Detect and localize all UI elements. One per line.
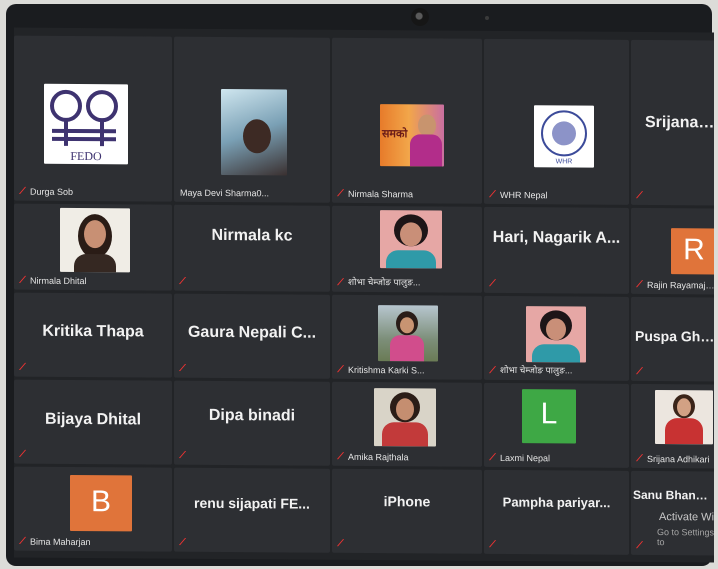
participant-tile-laxmi-nepal[interactable]: L Laxmi Nepal	[484, 382, 629, 468]
activate-windows-watermark: Activate Wi	[659, 511, 714, 524]
participant-video	[526, 306, 586, 363]
fedo-logo-text: FEDO	[70, 149, 102, 163]
participant-video	[380, 210, 442, 269]
participant-tile-nirmala-kc[interactable]: Nirmala kc	[174, 204, 330, 292]
muted-mic-icon	[18, 536, 27, 547]
muted-mic-icon	[488, 278, 497, 289]
avatar: R	[671, 228, 714, 275]
participant-video	[221, 89, 287, 176]
whr-logo: WHR	[534, 105, 594, 168]
participant-tile-nirmala-dhital[interactable]: Nirmala Dhital	[14, 203, 172, 291]
participant-tile-amika-rajthala[interactable]: Amika Rajthala	[332, 381, 482, 467]
camera-sensor	[485, 16, 489, 20]
participant-tile-renu-sijapati[interactable]: renu sijapati FE...	[174, 467, 330, 553]
muted-mic-icon	[178, 276, 187, 287]
participant-tile-gaura-nepali[interactable]: Gaura Nepali C...	[174, 293, 330, 379]
participant-name: Pampha pariyar...	[502, 494, 611, 511]
fedo-logo: FEDO	[44, 83, 128, 165]
avatar: B	[70, 474, 132, 532]
participant-video	[655, 390, 713, 445]
participant-tile-kritishma-karki[interactable]: Kritishma Karki S...	[332, 294, 482, 380]
participant-tile-nirmala-sharma[interactable]: समको Nirmala Sharma	[332, 37, 482, 204]
participant-tile-bima-maharjan[interactable]: B Bima Maharjan	[14, 466, 172, 552]
muted-mic-icon	[336, 277, 345, 288]
participant-tile-dipa-binadi[interactable]: Dipa binadi	[174, 380, 330, 466]
muted-mic-icon	[18, 449, 27, 460]
muted-mic-icon	[18, 275, 27, 286]
muted-mic-icon	[178, 363, 187, 374]
participant-tile-srijana-sa[interactable]: Srijana Sa	[631, 39, 714, 206]
muted-mic-icon	[178, 450, 187, 461]
webcam	[411, 8, 429, 26]
participant-tile-maya-devi-sharma[interactable]: Maya Devi Sharma0...	[174, 36, 330, 203]
participant-name: शोभा चेम्जोङ पालुङ...	[500, 364, 573, 376]
muted-mic-icon	[635, 279, 644, 290]
muted-mic-icon	[488, 365, 497, 376]
whr-logo-text: WHR	[556, 158, 573, 165]
muted-mic-icon	[18, 186, 27, 197]
participant-name: Amika Rajthala	[348, 451, 409, 463]
participant-name: Laxmi Nepal	[500, 452, 551, 464]
participant-name: Rajin Rayamajhi (...	[647, 279, 714, 291]
participant-tile-kritika-thapa[interactable]: Kritika Thapa	[14, 292, 172, 378]
muted-mic-icon	[635, 540, 644, 551]
participant-video	[374, 388, 436, 447]
participant-name: Bijaya Dhital	[44, 411, 142, 429]
participant-name: Nirmala Sharma	[348, 188, 414, 200]
participant-name: Kritika Thapa	[42, 322, 144, 341]
participant-tile-shobha-chemjong-2[interactable]: शोभा चेम्जोङ पालुङ...	[484, 295, 629, 381]
participant-name: Kritishma Karki S...	[348, 364, 425, 376]
activate-windows-hint: Go to Settings to	[657, 527, 714, 548]
muted-mic-icon	[336, 188, 345, 199]
muted-mic-icon	[18, 362, 27, 373]
participant-tile-iphone[interactable]: iPhone	[332, 468, 482, 554]
participant-name: Nirmala Dhital	[30, 275, 87, 287]
participant-name: renu sijapati FE...	[194, 495, 310, 512]
participant-video	[378, 305, 438, 362]
participant-video	[60, 207, 130, 273]
avatar-letter: L	[540, 397, 558, 431]
avatar-letter: B	[90, 485, 111, 519]
participant-tile-bijaya-dhital[interactable]: Bijaya Dhital	[14, 379, 172, 465]
participant-name: Srijana Adhikari	[647, 453, 710, 465]
muted-mic-icon	[488, 539, 497, 550]
participant-name: Gaura Nepali C...	[187, 323, 317, 342]
participant-name: WHR Nepal	[500, 189, 548, 201]
participant-tile-rajin-rayamajhi[interactable]: R Rajin Rayamajhi (...	[631, 207, 714, 295]
participant-name: Dipa binadi	[208, 407, 296, 425]
muted-mic-icon	[336, 451, 345, 462]
participant-name: Bima Maharjan	[30, 536, 91, 548]
participant-name: Puspa Ghim	[635, 327, 714, 345]
participant-video: समको	[380, 104, 444, 167]
muted-mic-icon	[178, 537, 187, 548]
muted-mic-icon	[336, 538, 345, 549]
participant-tile-pampha-pariyar[interactable]: Pampha pariyar...	[484, 469, 629, 555]
zoom-gallery-view: FEDO Durga Sob Maya Devi Sharma0... समको…	[14, 27, 714, 563]
muted-mic-icon	[488, 452, 497, 463]
muted-mic-icon	[635, 453, 644, 464]
participant-tile-shobha-chemjong[interactable]: शोभा चेम्जोङ पालुङ...	[332, 205, 482, 293]
participant-name: Durga Sob	[30, 186, 74, 197]
avatar: L	[522, 389, 576, 444]
participant-tile-hari-nagarik[interactable]: Hari, Nagarik A...	[484, 206, 629, 294]
participant-name: Nirmala kc	[211, 226, 293, 245]
participant-name: iPhone	[383, 493, 431, 510]
muted-mic-icon	[488, 189, 497, 200]
muted-mic-icon	[336, 364, 345, 375]
muted-mic-icon	[635, 190, 644, 201]
avatar-letter: R	[683, 233, 705, 267]
samakon-logo-text: समको	[382, 128, 408, 141]
participant-tile-whr-nepal[interactable]: WHR WHR Nepal	[484, 38, 629, 205]
participant-tile-srijana-adhikari[interactable]: Srijana Adhikari	[631, 383, 714, 469]
participant-name: Hari, Nagarik A...	[492, 228, 621, 247]
participant-tile-puspa-ghimire[interactable]: Puspa Ghim	[631, 296, 714, 382]
muted-mic-icon	[635, 366, 644, 377]
participant-name: Maya Devi Sharma0...	[180, 187, 270, 199]
participant-tile-sanu-bhandari[interactable]: Sanu Bhandari Activate Wi Go to Settings…	[631, 470, 714, 556]
participant-name: शोभा चेम्जोङ पालुङ...	[348, 276, 421, 288]
participant-name: Srijana Sa	[645, 113, 714, 132]
participant-name: Sanu Bhandari	[633, 487, 714, 502]
participant-tile-durga-sob[interactable]: FEDO Durga Sob	[14, 35, 172, 202]
